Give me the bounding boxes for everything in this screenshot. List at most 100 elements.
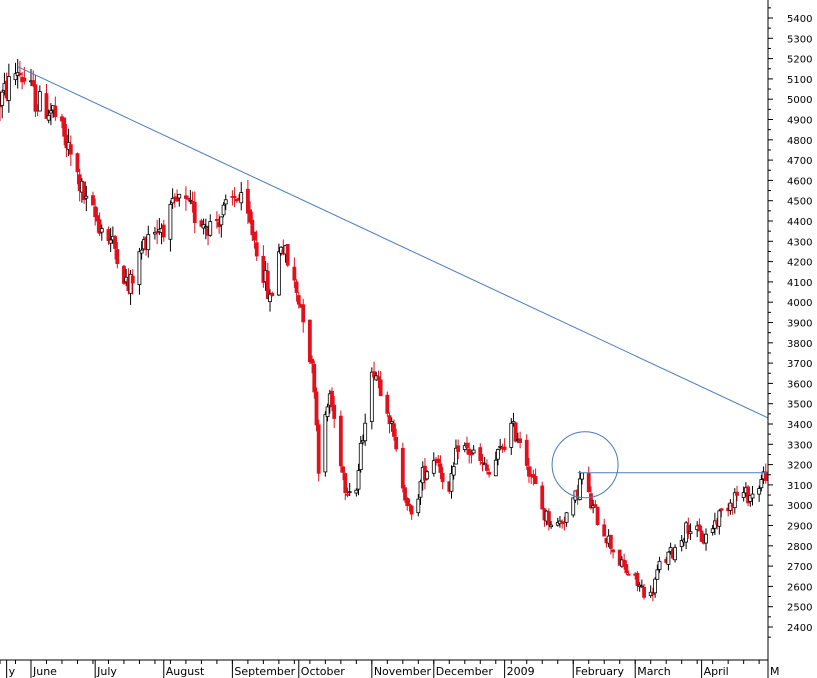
candle-body bbox=[465, 442, 469, 448]
plot-background bbox=[0, 0, 768, 660]
candle-body bbox=[254, 242, 259, 257]
candle-body bbox=[168, 203, 173, 240]
candle-body bbox=[651, 593, 655, 595]
candle bbox=[285, 243, 290, 267]
y-tick-label: 5000 bbox=[787, 95, 812, 106]
candle-body bbox=[310, 358, 314, 364]
x-tick-label: February bbox=[575, 665, 624, 678]
x-axis: y June July August September October November D… bbox=[0, 660, 780, 678]
y-tick-label: 4400 bbox=[787, 217, 812, 228]
candle-body bbox=[37, 91, 42, 112]
candle-body bbox=[369, 371, 374, 422]
candle-body bbox=[653, 578, 658, 594]
candle-body bbox=[115, 249, 120, 264]
candle-body bbox=[343, 473, 348, 494]
candle-body bbox=[697, 524, 702, 532]
y-tick-label: 2700 bbox=[787, 562, 812, 573]
candle-body bbox=[580, 472, 584, 480]
y-tick-label: 3400 bbox=[787, 420, 812, 431]
candle-body bbox=[276, 251, 281, 296]
candle-body bbox=[469, 453, 474, 456]
candle bbox=[385, 391, 390, 417]
candle-body bbox=[485, 464, 489, 471]
candle-body bbox=[416, 498, 421, 514]
y-tick-label: 5300 bbox=[787, 34, 812, 45]
candle-body bbox=[626, 573, 631, 576]
candle-body bbox=[33, 84, 38, 112]
candle-body bbox=[655, 569, 660, 580]
candle-body bbox=[214, 219, 219, 221]
candle-body bbox=[285, 243, 290, 266]
candle-body bbox=[639, 585, 644, 588]
x-tick-label: June bbox=[32, 665, 57, 678]
candle-body bbox=[358, 442, 363, 470]
candle-body bbox=[389, 421, 394, 424]
y-tick-label: 2800 bbox=[787, 542, 812, 553]
y-axis: 2400 2500 2600 2700 2800 2900 3000 3100 3200 3300… bbox=[768, 7, 812, 638]
candle-body bbox=[130, 275, 135, 284]
candle-body bbox=[312, 363, 317, 393]
candle-body bbox=[564, 512, 569, 523]
candle-body bbox=[418, 481, 423, 498]
candle-body bbox=[436, 458, 441, 464]
y-tick-label: 4700 bbox=[787, 156, 812, 167]
candle-body bbox=[611, 549, 615, 553]
candle-body bbox=[239, 192, 244, 204]
candle-body bbox=[252, 231, 257, 241]
candle-body bbox=[139, 249, 144, 254]
candle-body bbox=[221, 204, 226, 216]
candle bbox=[595, 506, 600, 526]
y-tick-label: 3300 bbox=[787, 440, 812, 451]
candle-body bbox=[208, 221, 213, 236]
candle-body bbox=[425, 471, 430, 480]
candle-body bbox=[91, 195, 95, 206]
candle-body bbox=[46, 114, 51, 121]
candle-body bbox=[431, 460, 436, 474]
candle-body bbox=[316, 424, 321, 474]
x-tick-label: August bbox=[166, 665, 205, 678]
candle-body bbox=[161, 224, 166, 238]
candle-body bbox=[449, 473, 454, 492]
y-tick-label: 4300 bbox=[787, 237, 812, 248]
y-tick-label: 2500 bbox=[787, 603, 812, 614]
candlestick-chart: 2400 2500 2600 2700 2800 2900 3000 3100 3200 3300… bbox=[0, 0, 812, 678]
candle-body bbox=[577, 478, 582, 500]
candle-body bbox=[759, 479, 764, 489]
candle-body bbox=[347, 491, 352, 494]
y-tick-label: 2900 bbox=[787, 522, 812, 533]
candle-body bbox=[108, 239, 113, 244]
candle-body bbox=[186, 197, 191, 200]
candle-body bbox=[0, 91, 5, 106]
candle-body bbox=[750, 493, 755, 499]
candle-body bbox=[363, 422, 368, 442]
candle-body bbox=[18, 72, 22, 76]
candle-body bbox=[533, 476, 538, 485]
x-tick-label: December bbox=[436, 665, 494, 678]
candle-body bbox=[471, 449, 476, 454]
candle-body bbox=[478, 447, 483, 462]
x-tick-label: November bbox=[374, 665, 432, 678]
candle-body bbox=[6, 76, 11, 101]
candle-body bbox=[294, 281, 299, 293]
candle-body bbox=[763, 471, 768, 481]
y-tick-label: 3700 bbox=[787, 359, 812, 370]
y-tick-label: 5100 bbox=[787, 75, 812, 86]
x-tick-label: 2009 bbox=[507, 665, 535, 678]
candle-body bbox=[502, 446, 507, 450]
candle-body bbox=[307, 319, 312, 363]
candle-body bbox=[513, 422, 518, 442]
candle-body bbox=[710, 528, 715, 533]
y-tick-label: 3900 bbox=[787, 319, 812, 330]
candle-body bbox=[602, 524, 607, 537]
candle-body bbox=[493, 459, 498, 477]
candle-body bbox=[546, 511, 551, 525]
candle-body bbox=[385, 394, 390, 414]
candle-body bbox=[170, 198, 175, 204]
y-tick-label: 3100 bbox=[787, 481, 812, 492]
candle-body bbox=[440, 472, 445, 483]
y-tick-label: 4000 bbox=[787, 298, 812, 309]
candle-body bbox=[451, 466, 456, 476]
candle-body bbox=[338, 415, 343, 467]
candle-body bbox=[314, 391, 319, 426]
candle-body bbox=[524, 439, 529, 466]
